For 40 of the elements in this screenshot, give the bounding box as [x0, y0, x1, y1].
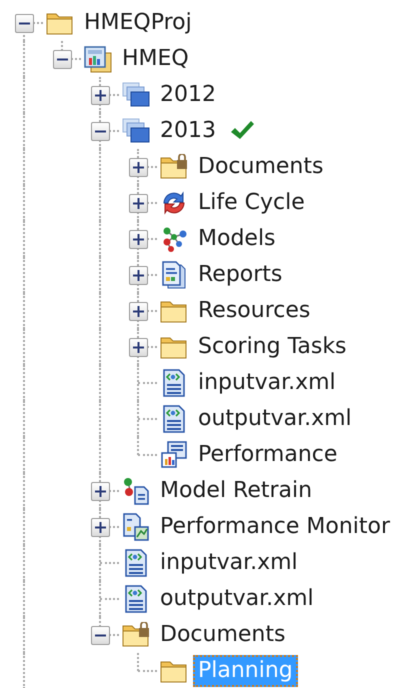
expand-toggle[interactable] — [128, 194, 148, 212]
tree-item[interactable]: Documents — [193, 151, 328, 183]
expand-toggle[interactable] — [90, 518, 110, 536]
plus-icon — [132, 232, 144, 246]
plus-icon — [132, 268, 144, 282]
plus-icon — [94, 520, 106, 534]
expand-toggle[interactable] — [90, 86, 110, 104]
tree-item[interactable]: Life Cycle — [193, 187, 310, 219]
collapse-toggle[interactable] — [52, 50, 72, 68]
expand-toggle[interactable] — [90, 482, 110, 500]
tree-item[interactable]: HMEQ — [117, 43, 194, 75]
tree-item[interactable]: 2013 — [155, 115, 221, 147]
tree-item[interactable]: Resources — [193, 295, 316, 327]
plus-icon — [132, 340, 144, 354]
tree-item[interactable]: inputvar.xml — [193, 367, 341, 399]
tree-item[interactable]: Performance — [193, 439, 342, 471]
tree-item[interactable]: HMEQProj — [79, 7, 197, 39]
collapse-toggle[interactable] — [14, 14, 34, 32]
tree-item[interactable]: Model Retrain — [155, 475, 318, 507]
plus-icon — [132, 304, 144, 318]
expand-toggle[interactable] — [128, 338, 148, 356]
expand-toggle[interactable] — [128, 230, 148, 248]
plus-icon — [94, 484, 106, 498]
tree-item[interactable]: outputvar.xml — [193, 403, 357, 435]
expand-toggle[interactable] — [128, 302, 148, 320]
tree-item[interactable]: Scoring Tasks — [193, 331, 352, 363]
expand-toggle[interactable] — [128, 158, 148, 176]
tree-item[interactable]: 2012 — [155, 79, 221, 111]
collapse-toggle[interactable] — [90, 122, 110, 140]
tree-item[interactable]: Documents — [155, 619, 290, 651]
plus-icon — [94, 88, 106, 102]
collapse-toggle[interactable] — [90, 626, 110, 644]
plus-icon — [132, 160, 144, 174]
tree-item[interactable]: inputvar.xml — [155, 547, 303, 579]
tree-item[interactable]: Models — [193, 223, 281, 255]
expand-toggle[interactable] — [128, 266, 148, 284]
tree-item[interactable]: Performance Monitor — [155, 511, 396, 543]
tree-item[interactable]: outputvar.xml — [155, 583, 319, 615]
plus-icon — [132, 196, 144, 210]
tree-item[interactable]: Reports — [193, 259, 288, 291]
